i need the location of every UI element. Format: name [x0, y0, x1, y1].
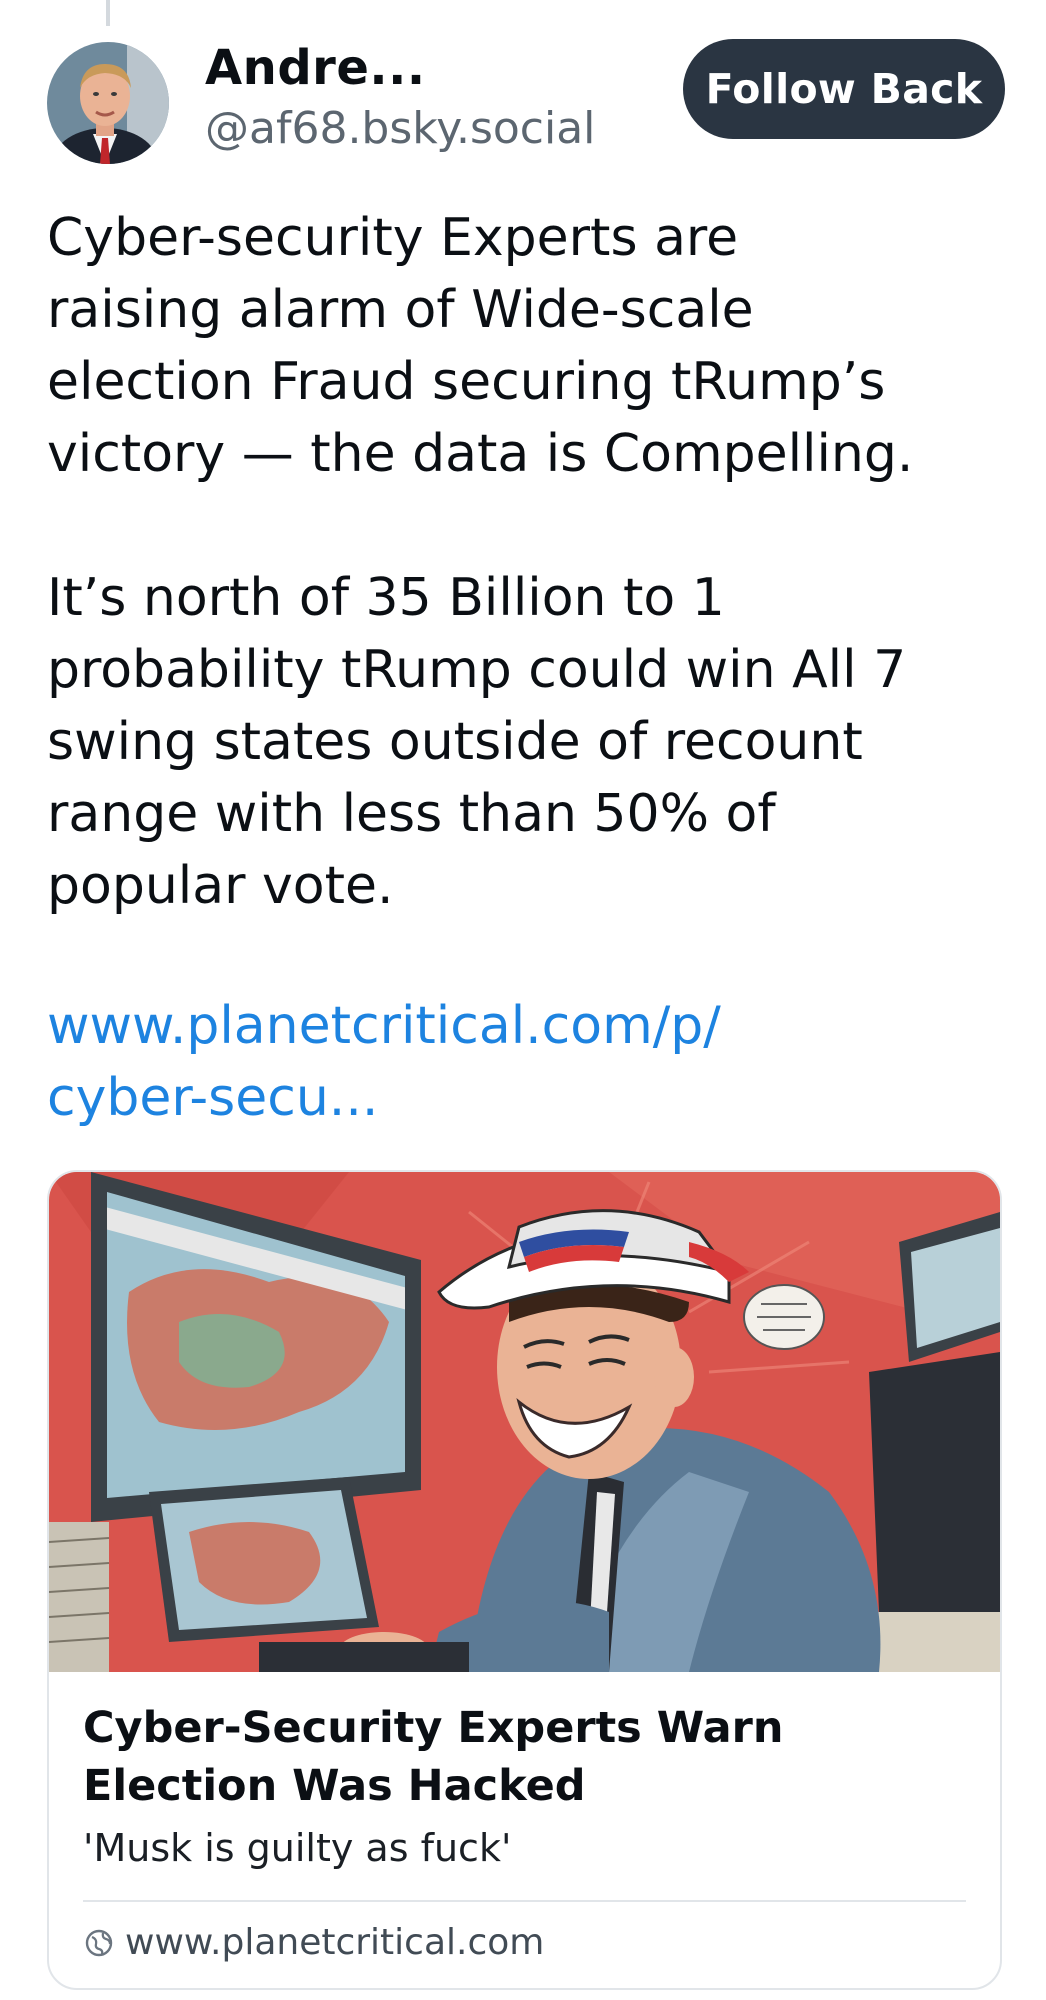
author-avatar[interactable]: [47, 42, 169, 164]
post-link-line: cyber-secu...: [47, 1068, 379, 1128]
post-text-line: raising alarm of Wide-scale: [47, 280, 754, 340]
post-text-line: election Fraud securing tRump’s: [47, 352, 886, 412]
link-preview-image: [49, 1172, 1000, 1672]
post-text-line: popular vote.: [47, 856, 394, 916]
link-preview-card[interactable]: Cyber-Security Experts Warn Election Was…: [47, 1170, 1002, 1990]
link-card-description: 'Musk is guilty as fuck': [83, 1826, 512, 1870]
link-card-domain: www.planetcritical.com: [83, 1922, 544, 1963]
link-card-divider: [83, 1900, 966, 1902]
post-link-line: www.planetcritical.com/p/: [47, 996, 721, 1056]
post-text-line: victory — the data is Compelling.: [47, 424, 914, 484]
author-display-name[interactable]: Andre...: [205, 40, 426, 96]
post-text-line: probability tRump could win All 7: [47, 640, 907, 700]
post-text-line: Cyber-security Experts are: [47, 208, 739, 268]
person-portrait-icon: [47, 42, 169, 164]
globe-icon: [83, 1927, 115, 1959]
post-text-line: swing states outside of recount: [47, 712, 863, 772]
link-card-domain-text: www.planetcritical.com: [125, 1922, 545, 1963]
author-handle[interactable]: @af68.bsky.social: [205, 103, 595, 154]
post-body: Cyber-security Experts are raising alarm…: [47, 202, 1007, 922]
post-text-line: It’s north of 35 Billion to 1: [47, 568, 725, 628]
post-link[interactable]: www.planetcritical.com/p/ cyber-secu...: [47, 990, 721, 1134]
link-card-title: Cyber-Security Experts Warn Election Was…: [83, 1699, 963, 1815]
link-card-title-line: Cyber-Security Experts Warn: [83, 1703, 784, 1753]
follow-back-button[interactable]: Follow Back: [683, 39, 1005, 139]
thread-connector-line: [106, 0, 110, 26]
link-card-title-line: Election Was Hacked: [83, 1761, 586, 1811]
post-text-line: range with less than 50% of: [47, 784, 776, 844]
